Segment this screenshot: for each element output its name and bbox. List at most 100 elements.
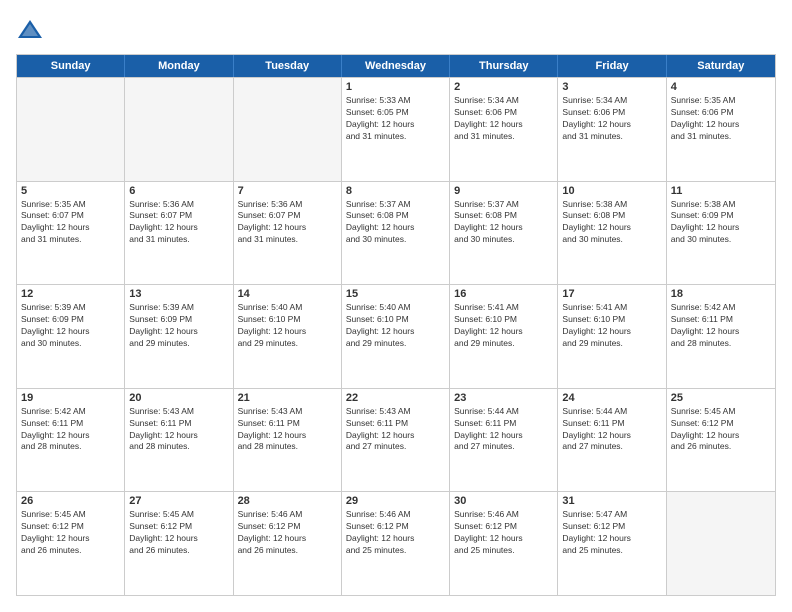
- day-number: 16: [454, 288, 553, 300]
- calendar-cell: 31 Sunrise: 5:47 AM Sunset: 6:12 PM Dayli…: [558, 492, 666, 595]
- page: SundayMondayTuesdayWednesdayThursdayFrid…: [0, 0, 792, 612]
- calendar-cell: 28Sunrise: 5:46 AM Sunset: 6:12 PM Dayli…: [234, 492, 342, 595]
- day-number: 25: [671, 392, 771, 404]
- weekday-header-saturday: Saturday: [667, 55, 775, 77]
- day-info: Sunrise: 5:34 AM Sunset: 6:06 PM Dayligh…: [454, 95, 553, 143]
- weekday-header-tuesday: Tuesday: [234, 55, 342, 77]
- day-number: 12: [21, 288, 120, 300]
- day-info: Sunrise: 5:37 AM Sunset: 6:08 PM Dayligh…: [346, 199, 445, 247]
- day-number: 1: [346, 81, 445, 93]
- day-info: Sunrise: 5:40 AM Sunset: 6:10 PM Dayligh…: [238, 302, 337, 350]
- calendar-cell: [667, 492, 775, 595]
- day-info: Sunrise: 5:38 AM Sunset: 6:09 PM Dayligh…: [671, 199, 771, 247]
- day-info: Sunrise: 5:46 AM Sunset: 6:12 PM Dayligh…: [346, 509, 445, 557]
- weekday-header-friday: Friday: [558, 55, 666, 77]
- day-info: Sunrise: 5:35 AM Sunset: 6:06 PM Dayligh…: [671, 95, 771, 143]
- calendar-cell: 10 Sunrise: 5:38 AM Sunset: 6:08 PM Dayli…: [558, 182, 666, 285]
- calendar-cell: 19 Sunrise: 5:42 AM Sunset: 6:11 PM Dayli…: [17, 389, 125, 492]
- day-info: Sunrise: 5:44 AM Sunset: 6:11 PM Dayligh…: [562, 406, 661, 454]
- calendar-row-1: 5 Sunrise: 5:35 AM Sunset: 6:07 PM Daylig…: [17, 181, 775, 285]
- day-info: Sunrise: 5:44 AM Sunset: 6:11 PM Dayligh…: [454, 406, 553, 454]
- calendar-cell: 18 Sunrise: 5:42 AM Sunset: 6:11 PM Dayli…: [667, 285, 775, 388]
- weekday-header-thursday: Thursday: [450, 55, 558, 77]
- calendar-body: 1 Sunrise: 5:33 AM Sunset: 6:05 PM Daylig…: [17, 77, 775, 595]
- day-number: 15: [346, 288, 445, 300]
- calendar-cell: 22 Sunrise: 5:43 AM Sunset: 6:11 PM Dayli…: [342, 389, 450, 492]
- day-info: Sunrise: 5:43 AM Sunset: 6:11 PM Dayligh…: [129, 406, 228, 454]
- day-number: 20: [129, 392, 228, 404]
- weekday-header-wednesday: Wednesday: [342, 55, 450, 77]
- day-number: 7: [238, 185, 337, 197]
- day-info: Sunrise: 5:41 AM Sunset: 6:10 PM Dayligh…: [562, 302, 661, 350]
- day-info: Sunrise: 5:42 AM Sunset: 6:11 PM Dayligh…: [21, 406, 120, 454]
- day-number: 23: [454, 392, 553, 404]
- calendar-cell: 20 Sunrise: 5:43 AM Sunset: 6:11 PM Dayli…: [125, 389, 233, 492]
- day-info: Sunrise: 5:39 AM Sunset: 6:09 PM Dayligh…: [21, 302, 120, 350]
- day-info: Sunrise: 5:36 AM Sunset: 6:07 PM Dayligh…: [129, 199, 228, 247]
- calendar-row-0: 1 Sunrise: 5:33 AM Sunset: 6:05 PM Daylig…: [17, 77, 775, 181]
- day-info: Sunrise: 5:33 AM Sunset: 6:05 PM Dayligh…: [346, 95, 445, 143]
- day-number: 29: [346, 495, 445, 507]
- calendar-cell: [234, 78, 342, 181]
- day-number: 24: [562, 392, 661, 404]
- calendar-cell: 15Sunrise: 5:40 AM Sunset: 6:10 PM Dayli…: [342, 285, 450, 388]
- calendar-cell: [125, 78, 233, 181]
- day-number: 3: [562, 81, 661, 93]
- day-number: 4: [671, 81, 771, 93]
- day-number: 8: [346, 185, 445, 197]
- day-number: 31: [562, 495, 661, 507]
- day-number: 18: [671, 288, 771, 300]
- calendar-cell: 11 Sunrise: 5:38 AM Sunset: 6:09 PM Dayli…: [667, 182, 775, 285]
- calendar-cell: 2 Sunrise: 5:34 AM Sunset: 6:06 PM Daylig…: [450, 78, 558, 181]
- day-number: 10: [562, 185, 661, 197]
- day-number: 26: [21, 495, 120, 507]
- logo: [16, 16, 48, 44]
- day-info: Sunrise: 5:35 AM Sunset: 6:07 PM Dayligh…: [21, 199, 120, 247]
- calendar-cell: 7 Sunrise: 5:36 AM Sunset: 6:07 PM Daylig…: [234, 182, 342, 285]
- calendar-cell: 4 Sunrise: 5:35 AM Sunset: 6:06 PM Daylig…: [667, 78, 775, 181]
- calendar-cell: 23 Sunrise: 5:44 AM Sunset: 6:11 PM Dayli…: [450, 389, 558, 492]
- calendar-cell: 5 Sunrise: 5:35 AM Sunset: 6:07 PM Daylig…: [17, 182, 125, 285]
- day-number: 17: [562, 288, 661, 300]
- calendar-cell: 12 Sunrise: 5:39 AM Sunset: 6:09 PM Dayli…: [17, 285, 125, 388]
- weekday-header-monday: Monday: [125, 55, 233, 77]
- logo-icon: [16, 16, 44, 44]
- calendar-cell: 24 Sunrise: 5:44 AM Sunset: 6:11 PM Dayli…: [558, 389, 666, 492]
- day-number: 6: [129, 185, 228, 197]
- day-number: 22: [346, 392, 445, 404]
- day-info: Sunrise: 5:43 AM Sunset: 6:11 PM Dayligh…: [346, 406, 445, 454]
- day-info: Sunrise: 5:36 AM Sunset: 6:07 PM Dayligh…: [238, 199, 337, 247]
- calendar-cell: 30Sunrise: 5:46 AM Sunset: 6:12 PM Dayli…: [450, 492, 558, 595]
- calendar: SundayMondayTuesdayWednesdayThursdayFrid…: [16, 54, 776, 596]
- day-info: Sunrise: 5:42 AM Sunset: 6:11 PM Dayligh…: [671, 302, 771, 350]
- day-info: Sunrise: 5:46 AM Sunset: 6:12 PM Dayligh…: [238, 509, 337, 557]
- calendar-cell: 9 Sunrise: 5:37 AM Sunset: 6:08 PM Daylig…: [450, 182, 558, 285]
- day-number: 2: [454, 81, 553, 93]
- day-number: 9: [454, 185, 553, 197]
- day-info: Sunrise: 5:45 AM Sunset: 6:12 PM Dayligh…: [129, 509, 228, 557]
- day-info: Sunrise: 5:45 AM Sunset: 6:12 PM Dayligh…: [21, 509, 120, 557]
- calendar-cell: 27 Sunrise: 5:45 AM Sunset: 6:12 PM Dayli…: [125, 492, 233, 595]
- day-info: Sunrise: 5:39 AM Sunset: 6:09 PM Dayligh…: [129, 302, 228, 350]
- calendar-cell: 29 Sunrise: 5:46 AM Sunset: 6:12 PM Dayli…: [342, 492, 450, 595]
- day-number: 30: [454, 495, 553, 507]
- day-number: 21: [238, 392, 337, 404]
- day-info: Sunrise: 5:47 AM Sunset: 6:12 PM Dayligh…: [562, 509, 661, 557]
- calendar-cell: 14Sunrise: 5:40 AM Sunset: 6:10 PM Dayli…: [234, 285, 342, 388]
- calendar-cell: 8 Sunrise: 5:37 AM Sunset: 6:08 PM Daylig…: [342, 182, 450, 285]
- header: [16, 16, 776, 44]
- calendar-row-2: 12 Sunrise: 5:39 AM Sunset: 6:09 PM Dayli…: [17, 284, 775, 388]
- day-number: 27: [129, 495, 228, 507]
- day-info: Sunrise: 5:34 AM Sunset: 6:06 PM Dayligh…: [562, 95, 661, 143]
- day-info: Sunrise: 5:38 AM Sunset: 6:08 PM Dayligh…: [562, 199, 661, 247]
- day-number: 11: [671, 185, 771, 197]
- day-info: Sunrise: 5:37 AM Sunset: 6:08 PM Dayligh…: [454, 199, 553, 247]
- day-number: 19: [21, 392, 120, 404]
- day-number: 13: [129, 288, 228, 300]
- calendar-row-4: 26 Sunrise: 5:45 AM Sunset: 6:12 PM Dayli…: [17, 491, 775, 595]
- day-number: 5: [21, 185, 120, 197]
- calendar-cell: 1 Sunrise: 5:33 AM Sunset: 6:05 PM Daylig…: [342, 78, 450, 181]
- calendar-cell: [17, 78, 125, 181]
- calendar-cell: 17 Sunrise: 5:41 AM Sunset: 6:10 PM Dayli…: [558, 285, 666, 388]
- calendar-cell: 25Sunrise: 5:45 AM Sunset: 6:12 PM Dayli…: [667, 389, 775, 492]
